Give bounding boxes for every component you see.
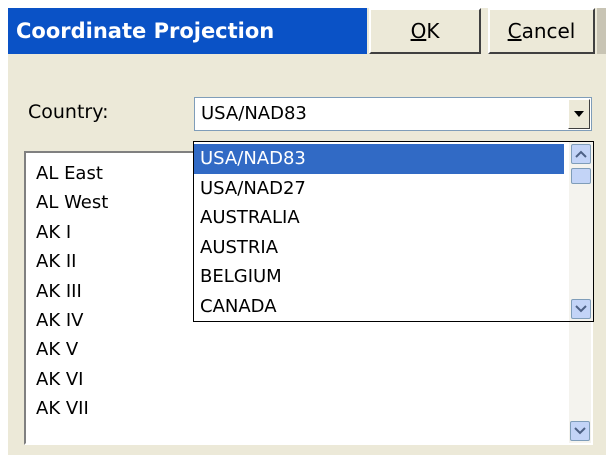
scroll-down-icon — [574, 427, 586, 435]
country-option-list: USA/NAD83 USA/NAD27 AUSTRALIA AUSTRIA BE… — [194, 144, 564, 321]
country-option[interactable]: BELGIUM — [194, 262, 564, 292]
zone-list-item[interactable]: AK V — [26, 335, 566, 364]
title-bar-edge — [597, 8, 606, 54]
country-dropdown-list[interactable]: USA/NAD83 USA/NAD27 AUSTRALIA AUSTRIA BE… — [193, 141, 594, 322]
coordinate-projection-dialog: Coordinate Projection OK Cancel Country:… — [8, 8, 606, 455]
country-option[interactable]: AUSTRALIA — [194, 203, 564, 233]
zone-list-item[interactable]: AK VI — [26, 365, 566, 394]
dialog-title: Coordinate Projection — [16, 19, 275, 43]
scroll-up-icon — [575, 150, 587, 158]
scroll-down-icon — [575, 305, 587, 313]
ok-button-accelerator: O — [410, 19, 427, 43]
cancel-button-label: ancel — [521, 19, 576, 43]
zone-list-item[interactable]: AK VII — [26, 394, 566, 423]
dropdown-scroll-up-button[interactable] — [571, 144, 591, 164]
country-option-selected[interactable]: USA/NAD83 — [194, 144, 564, 174]
dropdown-arrow-icon — [574, 111, 584, 117]
cancel-button-accelerator: C — [507, 19, 522, 43]
country-dropdown-scrollbar[interactable] — [569, 142, 593, 321]
ok-button[interactable]: OK — [369, 8, 481, 54]
country-combobox[interactable]: USA/NAD83 — [194, 97, 592, 131]
country-label: Country: — [28, 101, 109, 123]
dropdown-scroll-thumb[interactable] — [571, 168, 591, 184]
country-selected-value: USA/NAD83 — [201, 103, 307, 124]
country-option[interactable]: USA/NAD27 — [194, 174, 564, 204]
country-option[interactable]: CANADA — [194, 292, 564, 322]
title-bar-fill: Coordinate Projection — [8, 8, 367, 54]
cancel-button[interactable]: Cancel — [488, 8, 595, 54]
country-option[interactable]: AUSTRIA — [194, 233, 564, 263]
dropdown-scroll-down-button[interactable] — [571, 299, 591, 319]
ok-button-label: K — [426, 19, 440, 43]
title-bar: Coordinate Projection OK Cancel — [8, 8, 606, 54]
zone-list-scroll-down-button[interactable] — [570, 421, 590, 441]
country-dropdown-button[interactable] — [568, 99, 590, 129]
